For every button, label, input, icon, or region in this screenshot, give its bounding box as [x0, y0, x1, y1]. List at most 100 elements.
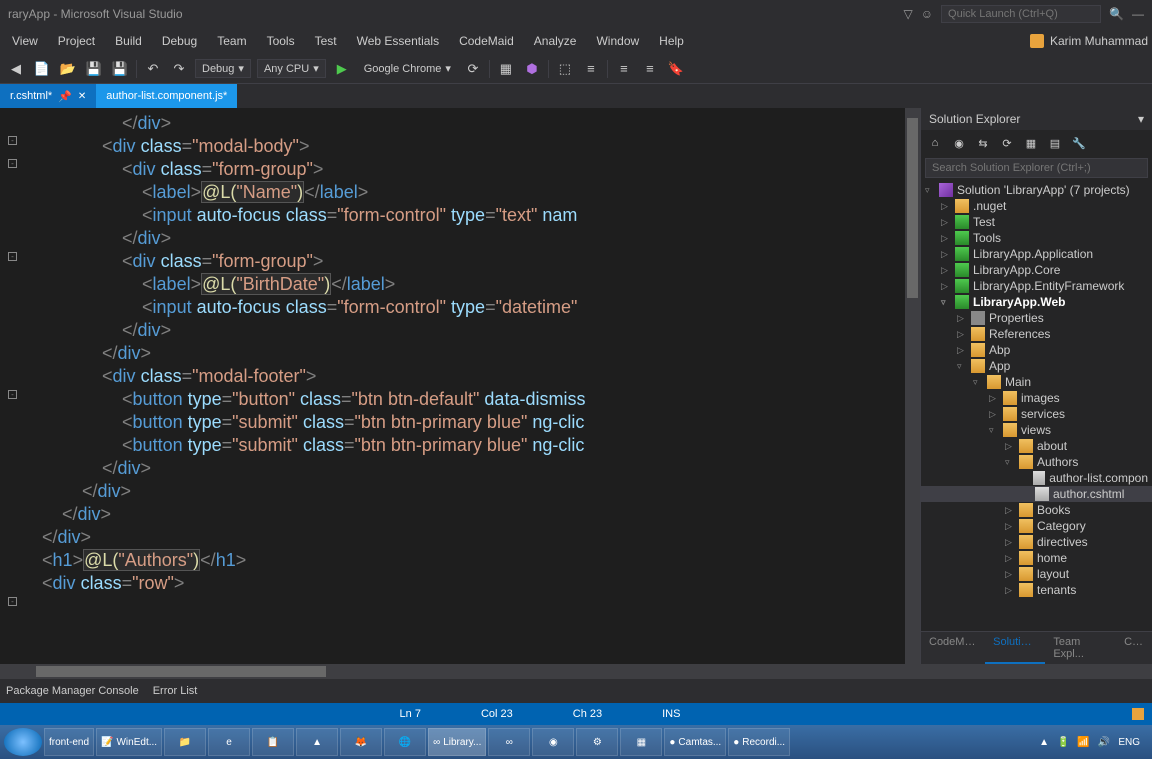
start-button[interactable] [4, 728, 42, 756]
save-all-icon[interactable]: 💾 [110, 59, 130, 79]
tree-item[interactable]: ▿views [921, 422, 1152, 438]
redo-icon[interactable]: ↷ [169, 59, 189, 79]
task-recording[interactable]: ●Recordi... [728, 728, 790, 756]
tree-item[interactable]: ▷Abp [921, 342, 1152, 358]
task-app1[interactable]: ◉ [532, 728, 574, 756]
tab-authorlist[interactable]: author-list.component.js* [96, 84, 237, 108]
menu-webess[interactable]: Web Essentials [349, 30, 447, 52]
editor-pane[interactable]: - - - - - </div> <div class="modal-body"… [0, 108, 920, 664]
vertical-scrollbar[interactable] [905, 108, 920, 664]
tree-item[interactable]: ▷.nuget [921, 198, 1152, 214]
tree-item[interactable]: ▷Category [921, 518, 1152, 534]
tree-item[interactable]: ▿LibraryApp.Web [921, 294, 1152, 310]
tree-arrow-icon[interactable]: ▷ [957, 313, 967, 324]
menu-help[interactable]: Help [651, 30, 692, 52]
tree-arrow-icon[interactable]: ▷ [1005, 505, 1015, 516]
menu-analyze[interactable]: Analyze [526, 30, 585, 52]
properties-icon[interactable]: ▤ [1045, 133, 1065, 153]
tree-arrow-icon[interactable]: ▷ [941, 265, 951, 276]
tree-item[interactable]: ▷References [921, 326, 1152, 342]
open-icon[interactable]: 📂 [58, 59, 78, 79]
tree-item[interactable]: ▿Authors [921, 454, 1152, 470]
user-name[interactable]: Karim Muhammad [1050, 34, 1148, 48]
tree-item[interactable]: ▷about [921, 438, 1152, 454]
browser-link-icon[interactable]: ▦ [496, 59, 516, 79]
undo-icon[interactable]: ↶ [143, 59, 163, 79]
tree-arrow-icon[interactable]: ▷ [989, 409, 999, 420]
fold-icon[interactable]: - [8, 136, 17, 145]
task-app3[interactable]: ▦ [620, 728, 662, 756]
sync-icon[interactable]: ⇆ [973, 133, 993, 153]
tree-item[interactable]: ▷LibraryApp.EntityFramework [921, 278, 1152, 294]
tree-arrow-icon[interactable]: ▷ [1005, 585, 1015, 596]
tree-arrow-icon[interactable]: ▷ [941, 281, 951, 292]
uncomment-icon[interactable]: ≡ [640, 59, 660, 79]
new-file-icon[interactable]: 📄 [32, 59, 52, 79]
tree-arrow-icon[interactable]: ▷ [1005, 553, 1015, 564]
gutter[interactable]: - - - - - [0, 108, 18, 664]
menu-debug[interactable]: Debug [154, 30, 205, 52]
task-camtasia[interactable]: ●Camtas... [664, 728, 726, 756]
tree-item[interactable]: ▷home [921, 550, 1152, 566]
tree-item[interactable]: ▷LibraryApp.Application [921, 246, 1152, 262]
bookmark-icon[interactable]: 🔖 [666, 59, 686, 79]
tray-lang[interactable]: ENG [1118, 737, 1140, 748]
refresh-icon[interactable]: ⟳ [463, 59, 483, 79]
config-dropdown[interactable]: Debug ▾ [195, 59, 251, 78]
fold-icon[interactable]: - [8, 252, 17, 261]
task-notepad[interactable]: 📋 [252, 728, 294, 756]
collapse-icon[interactable]: ◉ [949, 133, 969, 153]
task-ie[interactable]: e [208, 728, 250, 756]
tree-item[interactable]: ▷Tools [921, 230, 1152, 246]
tree-arrow-icon[interactable]: ▿ [1005, 457, 1015, 468]
tree-item[interactable]: ▷Properties [921, 310, 1152, 326]
step-icon[interactable]: ⬚ [555, 59, 575, 79]
tree-item[interactable]: author-list.compon [921, 470, 1152, 486]
menu-window[interactable]: Window [588, 30, 647, 52]
save-icon[interactable]: 💾 [84, 59, 104, 79]
menu-tools[interactable]: Tools [259, 30, 303, 52]
preview-icon[interactable]: 🔧 [1069, 133, 1089, 153]
task-chrome[interactable]: 🌐 [384, 728, 426, 756]
tray-up-icon[interactable]: ▲ [1039, 737, 1049, 748]
tree-item[interactable]: ▷services [921, 406, 1152, 422]
tree-arrow-icon[interactable]: ▿ [957, 361, 967, 372]
task-firefox[interactable]: 🦊 [340, 728, 382, 756]
tree-item[interactable]: ▷images [921, 390, 1152, 406]
tree-arrow-icon[interactable]: ▷ [941, 233, 951, 244]
task-frontend[interactable]: front-end [44, 728, 94, 756]
menu-codemaid[interactable]: CodeMaid [451, 30, 522, 52]
notif-icon[interactable]: ▽ [904, 7, 913, 21]
menu-build[interactable]: Build [107, 30, 150, 52]
minimize-icon[interactable]: — [1132, 7, 1144, 21]
tray-net-icon[interactable]: 📶 [1077, 737, 1089, 748]
tree-arrow-icon[interactable]: ▷ [1005, 441, 1015, 452]
menu-project[interactable]: Project [50, 30, 103, 52]
refresh2-icon[interactable]: ⟳ [997, 133, 1017, 153]
tree-arrow-icon[interactable]: ▿ [941, 297, 951, 308]
tray-power-icon[interactable]: 🔋 [1057, 737, 1069, 748]
run-target-dropdown[interactable]: Google Chrome ▾ [358, 60, 457, 77]
task-vs2[interactable]: ∞ [488, 728, 530, 756]
tree-arrow-icon[interactable]: ▷ [957, 329, 967, 340]
tree-item[interactable]: ▿App [921, 358, 1152, 374]
solution-search-input[interactable] [925, 158, 1148, 178]
tree-item[interactable]: ▷directives [921, 534, 1152, 550]
tree-item[interactable]: ▷Books [921, 502, 1152, 518]
tree-arrow-icon[interactable]: ▷ [941, 217, 951, 228]
pin-icon[interactable]: 📌 [58, 90, 72, 103]
tree-arrow-icon[interactable]: ▷ [957, 345, 967, 356]
panel-tab-class[interactable]: Clas [1116, 632, 1152, 664]
panel-tab-solution[interactable]: Solution... [985, 632, 1045, 664]
platform-dropdown[interactable]: Any CPU ▾ [257, 59, 326, 78]
tree-arrow-icon[interactable]: ▿ [989, 425, 999, 436]
close-icon[interactable]: ✕ [78, 91, 86, 102]
tree-arrow-icon[interactable]: ▷ [989, 393, 999, 404]
tree-arrow-icon[interactable]: ▷ [1005, 537, 1015, 548]
nav-back-icon[interactable]: ◀ [6, 59, 26, 79]
feedback-icon[interactable]: ☺ [921, 7, 933, 21]
tree-item[interactable]: ▿Main [921, 374, 1152, 390]
panel-dropdown-icon[interactable]: ▾ [1138, 112, 1144, 126]
horizontal-scrollbar[interactable] [0, 664, 1152, 679]
fold-icon[interactable]: - [8, 390, 17, 399]
